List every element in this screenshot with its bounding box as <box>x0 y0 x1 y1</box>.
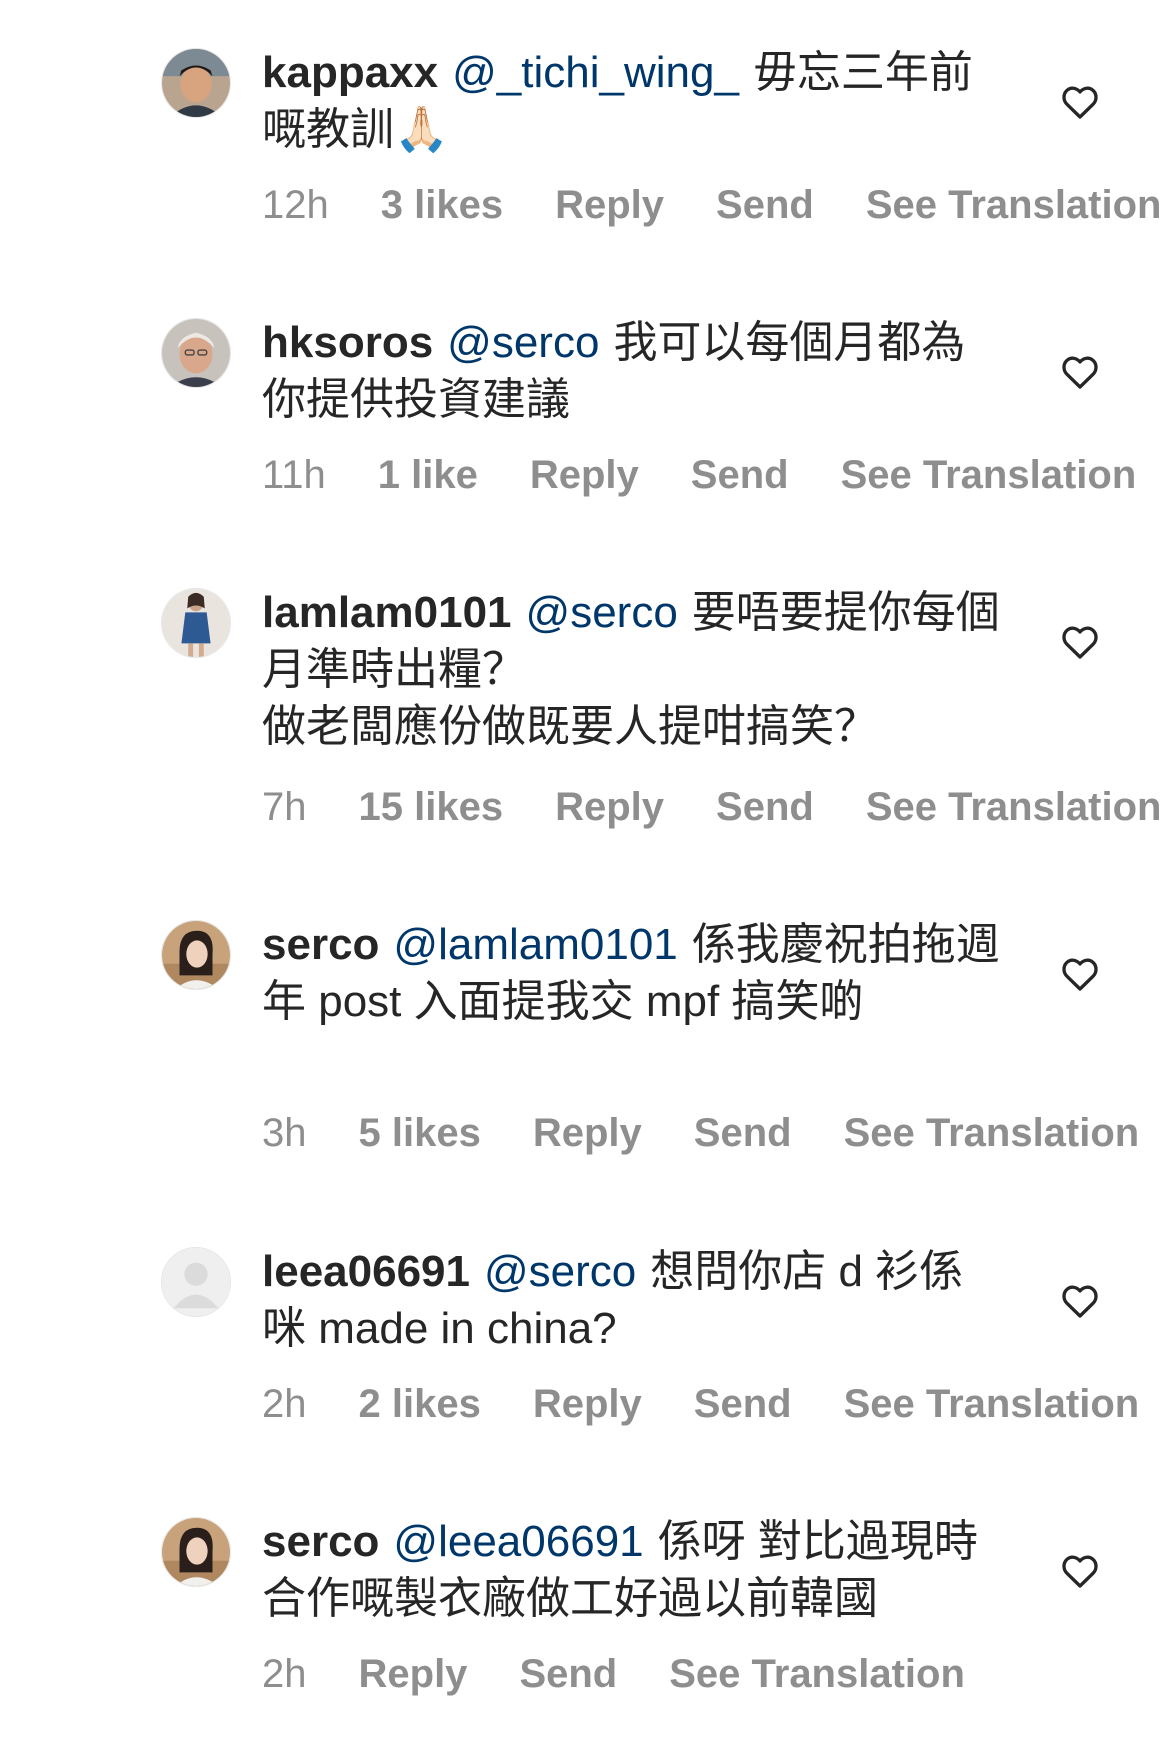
send-button[interactable]: Send <box>716 785 814 829</box>
comment-username[interactable]: lamlam0101 <box>262 588 512 637</box>
reply-button[interactable]: Reply <box>555 785 664 829</box>
comment-mention[interactable]: @lamlam0101 <box>393 920 677 969</box>
comment-time: 2h <box>262 1652 307 1696</box>
comment-time: 3h <box>262 1111 307 1155</box>
comment-username[interactable]: serco <box>262 1517 379 1566</box>
send-button[interactable]: Send <box>691 453 789 497</box>
comment-meta: 11h 1 like Reply Send See Translation <box>262 450 1170 500</box>
comment-meta: 7h 15 likes Reply Send See Translation <box>262 782 1170 832</box>
comment-body: serco @leea06691 係呀 對比過現時合作嘅製衣廠做工好過以前韓國 <box>262 1513 1002 1627</box>
see-translation-button[interactable]: See Translation <box>841 453 1137 497</box>
heart-outline-icon[interactable] <box>1060 622 1100 662</box>
heart-outline-icon[interactable] <box>1060 82 1100 122</box>
comment-username[interactable]: serco <box>262 920 379 969</box>
comment-username[interactable]: hksoros <box>262 318 433 367</box>
reply-button[interactable]: Reply <box>530 453 639 497</box>
comment-meta: 2h Reply Send See Translation <box>262 1649 1017 1699</box>
send-button[interactable]: Send <box>694 1382 792 1426</box>
heart-outline-icon[interactable] <box>1060 1281 1100 1321</box>
reply-button[interactable]: Reply <box>555 183 664 227</box>
avatar-photo <box>162 49 230 117</box>
avatar-photo <box>162 921 230 989</box>
reply-button[interactable]: Reply <box>533 1382 642 1426</box>
see-translation-button[interactable]: See Translation <box>866 785 1162 829</box>
comment-time: 7h <box>262 785 307 829</box>
comment-mention[interactable]: @_tichi_wing_ <box>452 48 739 97</box>
avatar[interactable] <box>161 1517 231 1587</box>
reply-button[interactable]: Reply <box>533 1111 642 1155</box>
avatar[interactable] <box>161 1247 231 1317</box>
see-translation-button[interactable]: See Translation <box>844 1382 1140 1426</box>
avatar[interactable] <box>161 588 231 658</box>
comment-body: kappaxx @_tichi_wing_ 毋忘三年前嘅教訓🙏🏻 <box>262 44 1002 158</box>
send-button[interactable]: Send <box>694 1111 792 1155</box>
comment-body: lamlam0101 @serco 要唔要提你每個月準時出糧？ 做老闆應份做既要人提咁… <box>262 584 1002 755</box>
likes-count[interactable]: 15 likes <box>359 785 504 829</box>
comment-username[interactable]: leea06691 <box>262 1247 470 1296</box>
see-translation-button[interactable]: See Translation <box>866 183 1162 227</box>
reply-button[interactable]: Reply <box>359 1652 468 1696</box>
default-avatar-icon <box>162 1248 230 1316</box>
likes-count[interactable]: 5 likes <box>359 1111 481 1155</box>
avatar-photo <box>162 1518 230 1586</box>
comment-text-line2: 做老闆應份做既要人提咁搞笑？ <box>262 702 878 751</box>
comment-mention[interactable]: @serco <box>526 588 678 637</box>
heart-outline-icon[interactable] <box>1060 1551 1100 1591</box>
send-button[interactable]: Send <box>519 1652 617 1696</box>
comment-meta: 12h 3 likes Reply Send See Translation <box>262 180 1170 230</box>
comment-body: leea06691 @serco 想問你店 d 衫係咪 made in china? <box>262 1243 1002 1357</box>
comment-time: 2h <box>262 1382 307 1426</box>
comment-meta: 2h 2 likes Reply Send See Translation <box>262 1379 1170 1429</box>
comment-mention[interactable]: @serco <box>447 318 599 367</box>
comment-body: hksoros @serco 我可以每個月都為你提供投資建議 <box>262 314 1002 428</box>
heart-outline-icon[interactable] <box>1060 352 1100 392</box>
comment-username[interactable]: kappaxx <box>262 48 438 97</box>
comment-body: serco @lamlam0101 係我慶祝拍拖週年 post 入面提我交 mpf … <box>262 916 1002 1030</box>
comment-time: 12h <box>262 183 329 227</box>
avatar[interactable] <box>161 920 231 990</box>
avatar-photo <box>162 319 230 387</box>
comment-meta: 3h 5 likes Reply Send See Translation <box>262 1108 1170 1158</box>
heart-outline-icon[interactable] <box>1060 954 1100 994</box>
likes-count[interactable]: 2 likes <box>359 1382 481 1426</box>
avatar[interactable] <box>161 48 231 118</box>
likes-count[interactable]: 3 likes <box>381 183 503 227</box>
comment-mention[interactable]: @leea06691 <box>393 1517 643 1566</box>
avatar[interactable] <box>161 318 231 388</box>
comment-time: 11h <box>262 453 326 497</box>
see-translation-button[interactable]: See Translation <box>669 1652 965 1696</box>
send-button[interactable]: Send <box>716 183 814 227</box>
see-translation-button[interactable]: See Translation <box>844 1111 1140 1155</box>
avatar-photo <box>162 589 230 657</box>
likes-count[interactable]: 1 like <box>378 453 478 497</box>
comment-mention[interactable]: @serco <box>484 1247 636 1296</box>
